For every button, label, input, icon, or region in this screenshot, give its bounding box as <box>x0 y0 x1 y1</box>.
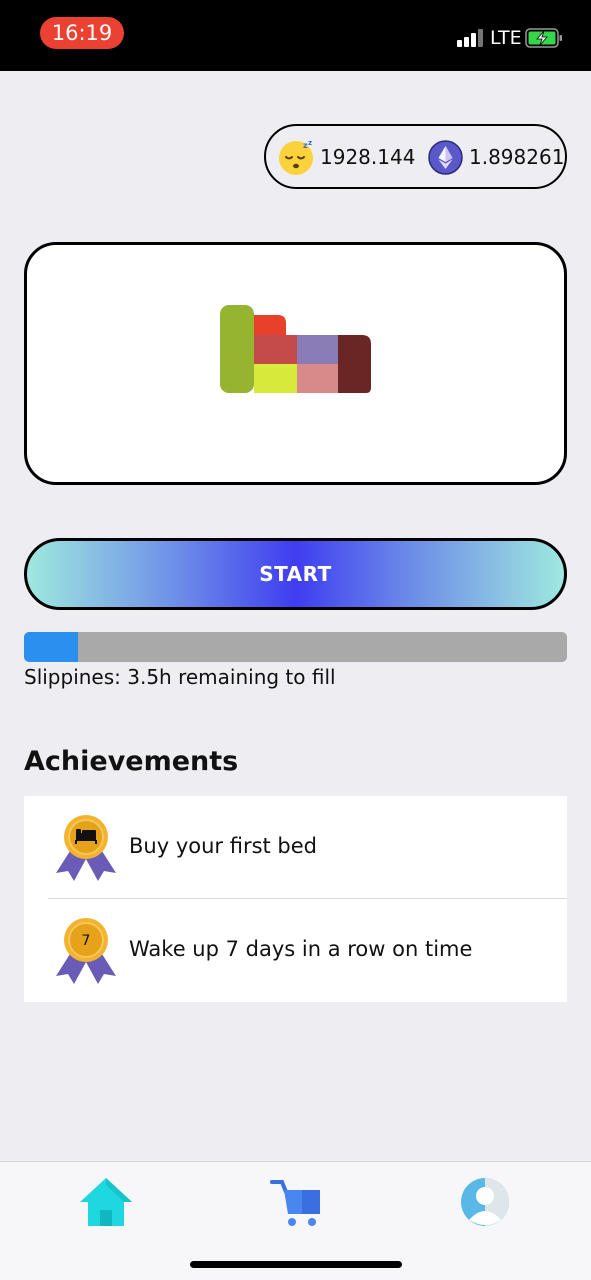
network-label: LTE <box>490 27 522 49</box>
slippines-progress-bar <box>24 632 567 662</box>
signal-icon <box>457 29 483 47</box>
wallet-balance[interactable]: z z 1928.144 1.898261 <box>264 124 567 189</box>
medal-badge-text: 7 <box>82 933 91 949</box>
tab-home[interactable] <box>76 1172 136 1232</box>
tab-shop[interactable] <box>266 1172 326 1232</box>
battery-charging-icon <box>525 28 562 48</box>
sleeping-face-icon: z z <box>279 139 313 175</box>
status-time: 16:19 <box>40 17 124 49</box>
tab-profile[interactable] <box>455 1172 515 1232</box>
bed-card[interactable] <box>24 242 567 485</box>
achievements-title: Achievements <box>24 746 239 777</box>
slippines-status-text: Slippines: 3.5h remaining to fill <box>24 665 336 689</box>
sleep-token-balance: 1928.144 <box>320 145 416 169</box>
medal-bed-icon <box>56 815 116 881</box>
achievement-item-wake-streak[interactable]: 7 Wake up 7 days in a row on time <box>24 899 567 1002</box>
user-icon <box>461 1178 509 1226</box>
home-icon <box>80 1178 132 1226</box>
eth-balance: 1.898261 <box>469 145 565 169</box>
achievement-item-first-bed[interactable]: Buy your first bed <box>24 796 567 899</box>
achievements-list: Buy your first bed 7 Wake up 7 days in a… <box>24 796 567 1002</box>
ethereum-icon <box>428 140 463 175</box>
achievement-label: Wake up 7 days in a row on time <box>129 937 473 961</box>
cart-icon <box>270 1180 320 1226</box>
slippines-progress-fill <box>24 632 79 662</box>
start-button[interactable]: START <box>24 538 567 610</box>
home-indicator <box>190 1261 402 1268</box>
svg-text:z: z <box>308 139 312 147</box>
status-bar: 16:19 LTE <box>0 0 591 71</box>
bed-icon <box>220 305 371 393</box>
medal-seven-icon: 7 <box>56 918 116 984</box>
achievement-label: Buy your first bed <box>129 834 318 858</box>
